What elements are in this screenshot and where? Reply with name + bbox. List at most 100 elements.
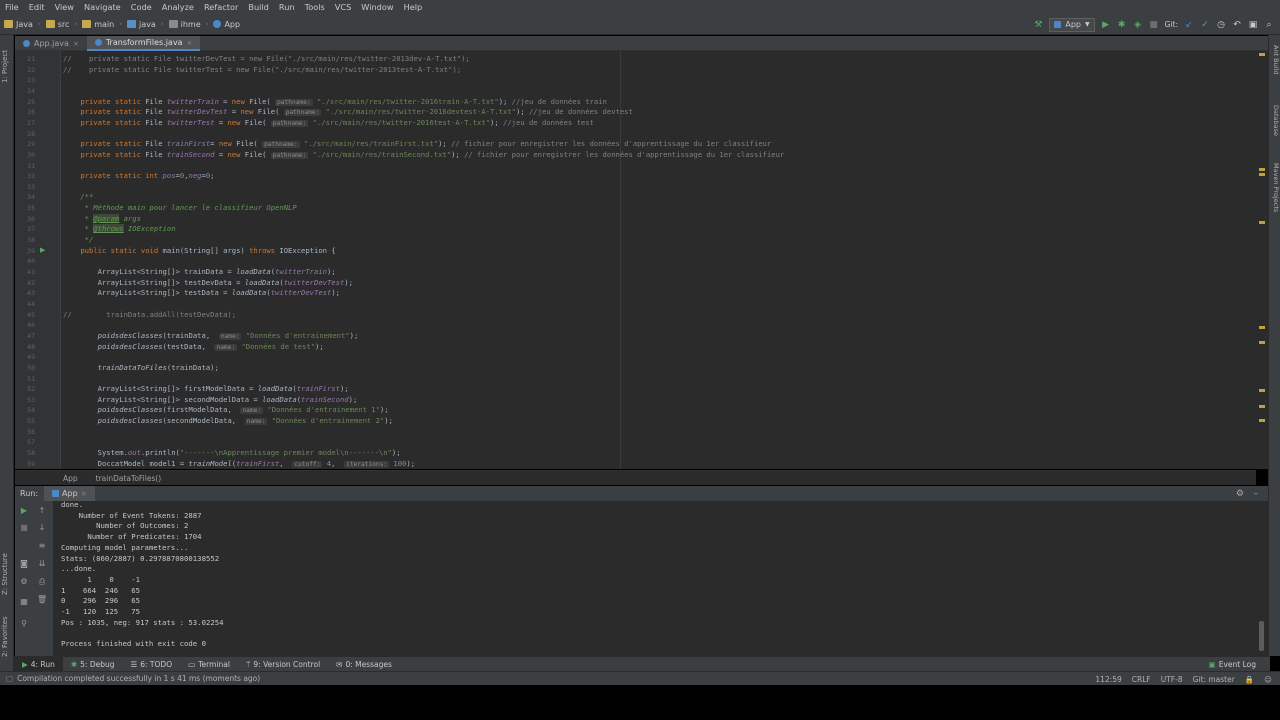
version-control-tool-button[interactable]: ᛘ 9: Version Control	[238, 657, 328, 672]
tab-app-java[interactable]: App.java ×	[15, 36, 87, 51]
code-line[interactable]: ArrayList<String[]> firstModelData = loa…	[63, 384, 349, 394]
menu-analyze[interactable]: Analyze	[157, 0, 199, 14]
code-line[interactable]: poidsdesClasses(trainData, name: "Donnée…	[63, 331, 358, 342]
vcs-update-icon[interactable]: ↙	[1184, 20, 1194, 30]
menu-refactor[interactable]: Refactor	[199, 0, 243, 14]
run-tab-app[interactable]: App ×	[44, 486, 95, 501]
crumb-project[interactable]: Java	[0, 20, 37, 29]
run-icon[interactable]: ▶	[1101, 20, 1111, 30]
code-line[interactable]: poidsdesClasses(firstModelData, name: "D…	[63, 405, 389, 416]
code-line[interactable]: // trainData.addAll(testDevData);	[63, 310, 236, 320]
code-line[interactable]: // private static File twitterTest = new…	[63, 65, 461, 75]
debug-icon[interactable]: ✱	[1117, 20, 1127, 30]
warning-marker[interactable]	[1259, 326, 1265, 329]
crumb-java[interactable]: java	[123, 20, 160, 29]
run-configuration-select[interactable]: App ▼	[1049, 17, 1095, 32]
code-line[interactable]: * @param args	[63, 213, 141, 224]
database-tool-button[interactable]: Database	[1272, 105, 1280, 136]
code-line[interactable]: // private static File twitterDevTest = …	[63, 54, 470, 64]
settings-icon[interactable]: ⚙	[19, 577, 29, 587]
favorites-tool-button[interactable]: 2: Favorites	[1, 616, 9, 657]
menu-navigate[interactable]: Navigate	[79, 0, 126, 14]
maven-tool-button[interactable]: Maven Projects	[1272, 163, 1280, 212]
scroll-to-end-icon[interactable]: ⇊	[37, 559, 47, 569]
lock-icon[interactable]: 🔒	[1245, 675, 1254, 684]
code-line[interactable]: private static int pos=0,neg=0;	[63, 171, 214, 181]
menu-run[interactable]: Run	[274, 0, 300, 14]
menu-window[interactable]: Window	[356, 0, 398, 14]
code-line[interactable]: ArrayList<String[]> testDevData = loadDa…	[63, 278, 353, 288]
hector-icon[interactable]: ☺	[1264, 675, 1272, 684]
terminal-tool-button[interactable]: ▭ Terminal	[180, 657, 238, 672]
history-icon[interactable]: ◷	[1216, 20, 1226, 30]
editor-error-stripe[interactable]	[1256, 51, 1268, 469]
stop-icon[interactable]: ■	[1149, 20, 1159, 30]
code-line[interactable]: */	[63, 235, 94, 245]
code-line[interactable]: public static void main(String[] args) t…	[63, 246, 335, 256]
close-icon[interactable]: ×	[81, 490, 87, 498]
menu-file[interactable]: File	[0, 0, 24, 14]
search-icon[interactable]: ⌕	[1264, 20, 1274, 30]
code-line[interactable]: * Méthode main pour lancer le classifieu…	[63, 203, 297, 213]
breadcrumb-method[interactable]: trainDataToFiles()	[96, 474, 162, 483]
print-icon[interactable]: ⎙	[37, 577, 47, 587]
close-icon[interactable]: ×	[73, 40, 79, 48]
code-line[interactable]: private static File trainSecond = new Fi…	[63, 150, 784, 161]
structure-tool-button[interactable]: Z: Structure	[1, 553, 9, 595]
crumb-main[interactable]: main	[78, 20, 118, 29]
todo-tool-button[interactable]: ☰ 6: TODO	[123, 657, 181, 672]
menu-tools[interactable]: Tools	[300, 0, 330, 14]
camera-icon[interactable]: ◙	[19, 559, 29, 569]
menu-code[interactable]: Code	[126, 0, 157, 14]
project-tool-button[interactable]: 1: Project	[1, 50, 9, 83]
code-line[interactable]: poidsdesClasses(secondModelData, name: "…	[63, 416, 393, 427]
pin-icon[interactable]: ⚲	[19, 619, 29, 629]
vcs-commit-icon[interactable]: ✓	[1200, 20, 1210, 30]
coverage-icon[interactable]: ◈	[1133, 20, 1143, 30]
menu-view[interactable]: View	[50, 0, 79, 14]
status-toggle-icon[interactable]: ▢	[0, 674, 17, 683]
code-line[interactable]: ArrayList<String[]> testData = loadData(…	[63, 288, 340, 298]
warning-marker[interactable]	[1259, 53, 1265, 56]
line-separator[interactable]: CRLF	[1132, 675, 1151, 684]
warning-marker[interactable]	[1259, 419, 1265, 422]
crumb-package[interactable]: ihme	[165, 20, 205, 29]
code-line[interactable]: private static File twitterDevTest = new…	[63, 107, 633, 118]
tab-transformfiles-java[interactable]: TransformFiles.java ×	[86, 36, 201, 51]
code-line[interactable]: DoccatModel model1 = trainModel(trainFir…	[63, 459, 415, 469]
project-structure-icon[interactable]: ▣	[1248, 20, 1258, 30]
console-scrollbar[interactable]	[1259, 621, 1264, 651]
gear-icon[interactable]: ⚙	[1236, 489, 1244, 499]
messages-tool-button[interactable]: ✉ 0: Messages	[328, 657, 400, 672]
trash-icon[interactable]: 🗑	[37, 595, 47, 605]
console-output[interactable]: done. Number of Event Tokens: 2887 Numbe…	[61, 501, 1254, 656]
up-arrow-icon[interactable]: ↑	[37, 506, 47, 516]
ant-build-tool-button[interactable]: Ant Build	[1272, 45, 1280, 75]
warning-marker[interactable]	[1259, 173, 1265, 176]
code-line[interactable]: ArrayList<String[]> secondModelData = lo…	[63, 395, 358, 405]
code-editor[interactable]: 21 22 23 24 25 26 27 28 29 30 31 32 33 34 35 36 37 38 39 40…	[15, 51, 1256, 469]
code-line[interactable]: poidsdesClasses(testData, name: "Données…	[63, 342, 324, 353]
code-line[interactable]: System.out.println("-------\nApprentissa…	[63, 448, 401, 458]
code-line[interactable]: ArrayList<String[]> trainData = loadData…	[63, 267, 336, 277]
breadcrumb-class[interactable]: App	[63, 474, 78, 483]
crumb-src[interactable]: src	[42, 20, 74, 29]
debug-tool-button[interactable]: ✱ 5: Debug	[63, 657, 123, 672]
code-line[interactable]: private static File twitterTest = new Fi…	[63, 118, 594, 129]
git-branch[interactable]: Git: master	[1193, 675, 1235, 684]
warning-marker[interactable]	[1259, 221, 1265, 224]
status-message[interactable]: Compilation completed successfully in 1 …	[17, 674, 260, 683]
rerun-icon[interactable]: ▶	[19, 506, 29, 516]
crumb-class[interactable]: App	[209, 20, 244, 29]
event-log-tool-button[interactable]: ▣ Event Log	[1201, 657, 1264, 672]
file-encoding[interactable]: UTF-8	[1161, 675, 1183, 684]
code-line[interactable]: /**	[63, 192, 93, 202]
code-line[interactable]: private static File twitterTrain = new F…	[63, 97, 607, 108]
menu-vcs[interactable]: VCS	[330, 0, 357, 14]
code-line[interactable]: trainDataToFiles(trainData);	[63, 363, 219, 373]
caret-position[interactable]: 112:59	[1095, 675, 1121, 684]
menu-help[interactable]: Help	[399, 0, 428, 14]
warning-marker[interactable]	[1259, 389, 1265, 392]
warning-marker[interactable]	[1259, 405, 1265, 408]
revert-icon[interactable]: ↶	[1232, 20, 1242, 30]
